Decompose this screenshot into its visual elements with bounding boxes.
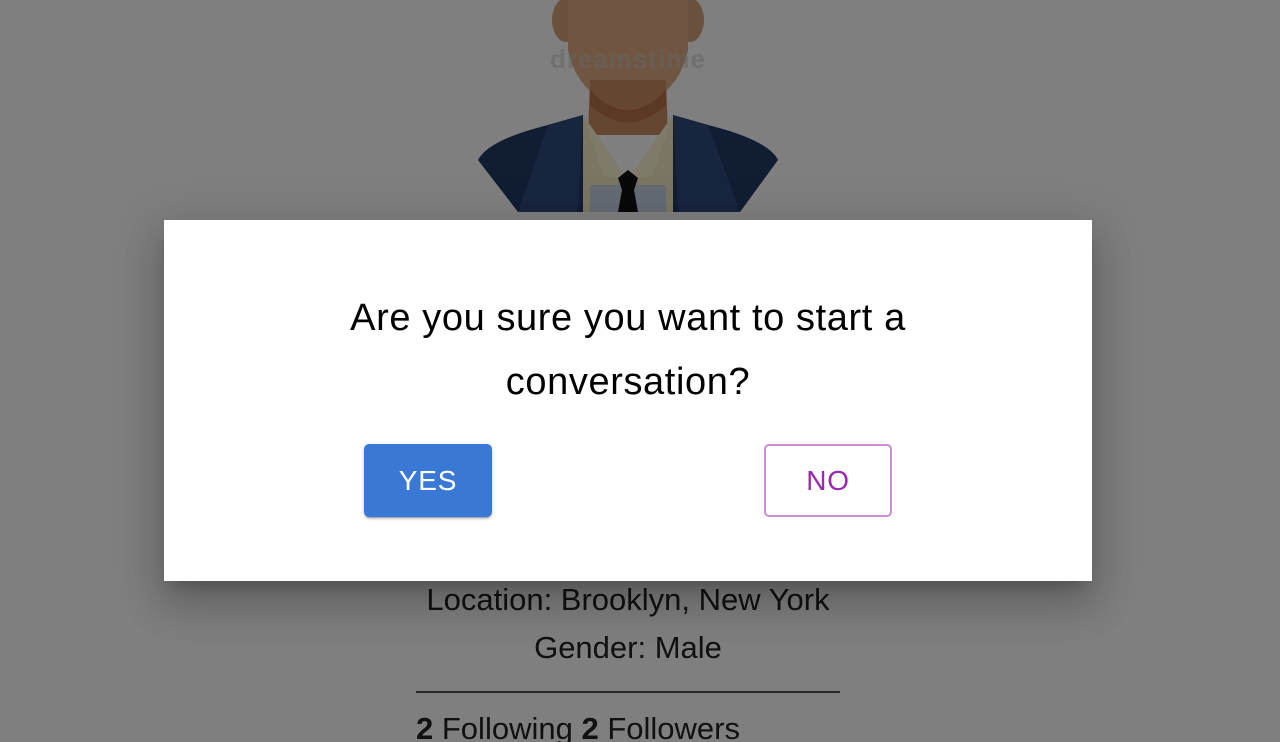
- confirm-dialog: Are you sure you want to start a convers…: [164, 220, 1092, 581]
- yes-button[interactable]: YES: [364, 444, 492, 517]
- no-button[interactable]: NO: [764, 444, 892, 517]
- dialog-message: Are you sure you want to start a convers…: [350, 297, 906, 403]
